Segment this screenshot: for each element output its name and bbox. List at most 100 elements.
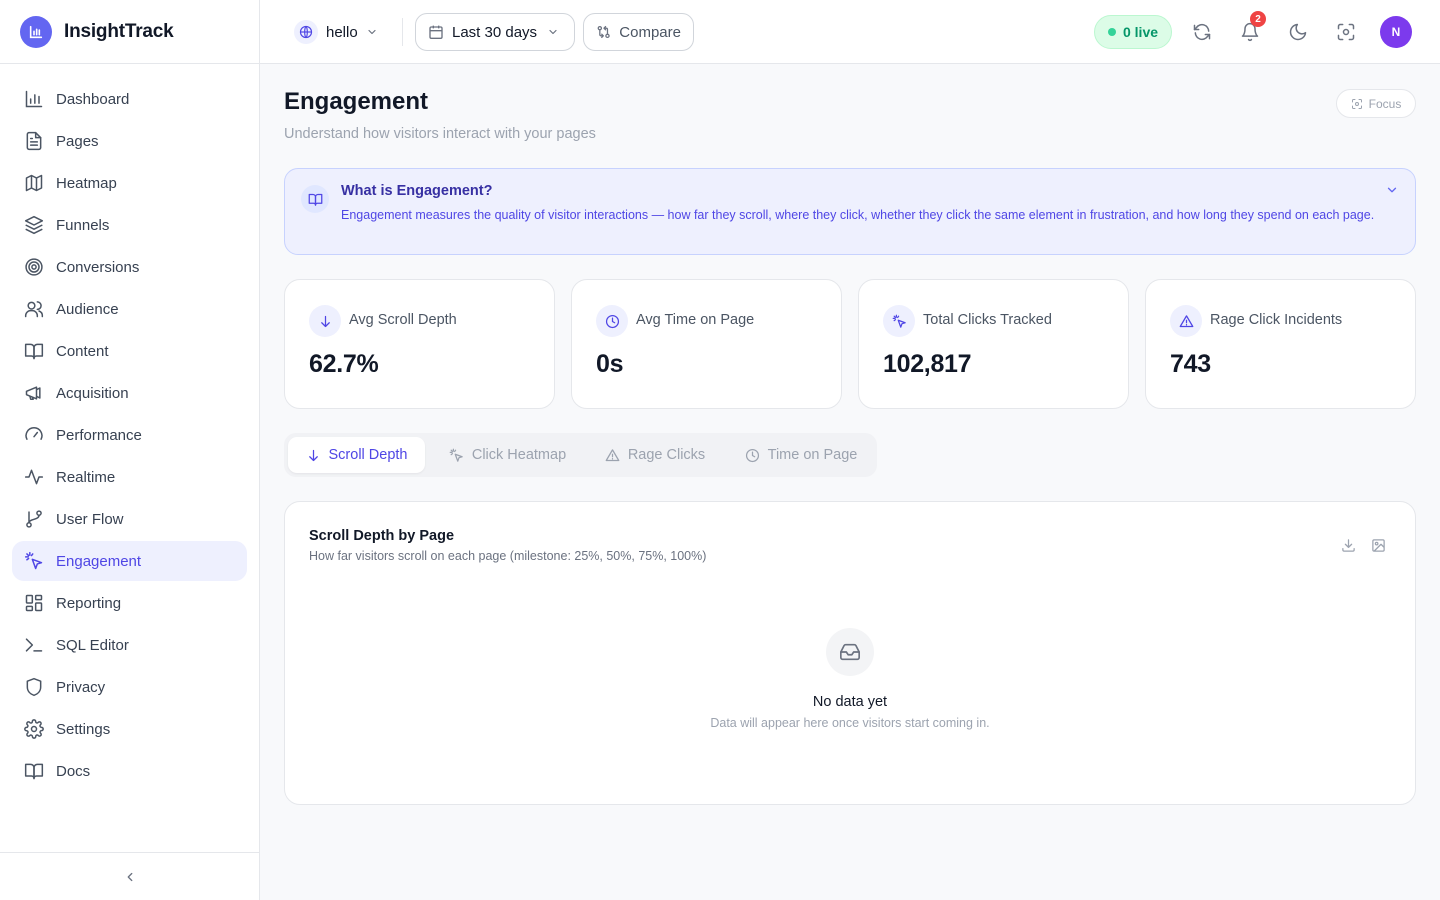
- activity-icon: [24, 469, 44, 485]
- sidebar-item-label: Funnels: [56, 216, 110, 234]
- arrow-down-icon: [309, 305, 341, 337]
- bar-chart-icon: [25, 90, 43, 108]
- tab-scroll-depth[interactable]: Scroll Depth: [288, 437, 425, 473]
- sidebar-item-reporting[interactable]: Reporting: [12, 583, 247, 623]
- brand-logo-icon: [20, 15, 52, 48]
- sidebar-item-conversions[interactable]: Conversions: [12, 247, 247, 287]
- git-branch-icon: [26, 510, 42, 528]
- sidebar-item-label: Reporting: [56, 594, 122, 612]
- notifications-button[interactable]: 2: [1238, 11, 1266, 44]
- stat-label: Rage Click Incidents: [1210, 312, 1343, 328]
- stat-card-scroll-depth: Avg Scroll Depth 62.7%: [284, 279, 555, 409]
- stat-card-total-clicks: Total Clicks Tracked 102,817: [858, 279, 1129, 409]
- notification-count-badge: 2: [1250, 11, 1266, 27]
- sidebar-item-label: Conversions: [56, 258, 140, 276]
- sidebar-collapse-button[interactable]: [0, 852, 259, 900]
- sidebar-item-content[interactable]: Content: [12, 331, 247, 371]
- layers-icon: [24, 215, 44, 235]
- clock-icon: [745, 448, 759, 462]
- shield-icon: [26, 677, 42, 697]
- terminal-icon: [25, 638, 43, 652]
- site-name: hello: [326, 23, 358, 41]
- empty-state-text: Data will appear here once visitors star…: [710, 716, 990, 730]
- sidebar-item-label: Realtime: [56, 468, 116, 486]
- map-icon: [25, 174, 43, 192]
- compare-arrows-icon: [597, 25, 610, 39]
- refresh-button[interactable]: [1190, 20, 1214, 44]
- sidebar-item-settings[interactable]: Settings: [12, 709, 247, 749]
- sidebar-item-label: Performance: [56, 426, 142, 444]
- sidebar-item-pages[interactable]: Pages: [12, 121, 247, 161]
- gauge-icon: [25, 426, 43, 440]
- layout-dashboard-icon: [25, 594, 43, 612]
- brand[interactable]: InsightTrack: [0, 0, 259, 64]
- pointer-click-icon: [449, 448, 463, 462]
- sidebar-item-label: Audience: [56, 300, 119, 318]
- live-dot-icon: [1107, 28, 1116, 36]
- page-title: Engagement: [284, 88, 429, 115]
- sidebar-item-label: Pages: [56, 132, 99, 150]
- info-banner: What is Engagement? Engagement measures …: [284, 168, 1416, 255]
- file-text-icon: [26, 131, 42, 151]
- sidebar-item-docs[interactable]: Docs: [12, 751, 247, 791]
- stat-value: 102,817: [883, 350, 972, 378]
- sidebar-item-label: Heatmap: [56, 174, 117, 192]
- theme-toggle-button[interactable]: [1286, 20, 1310, 44]
- site-selector[interactable]: hello: [294, 20, 378, 44]
- date-range-button[interactable]: Last 30 days: [415, 13, 575, 51]
- avatar[interactable]: N: [1380, 16, 1412, 48]
- sidebar-nav: Dashboard Pages Heatmap Funnels Conversi…: [0, 64, 259, 791]
- tab-label: Time on Page: [767, 447, 858, 463]
- scroll-depth-panel: Scroll Depth by Page How far visitors sc…: [284, 501, 1416, 805]
- sidebar-item-engagement[interactable]: Engagement: [12, 541, 247, 581]
- compare-label: Compare: [619, 23, 681, 41]
- topbar: hello Last 30 days Compare 0 live 2 N: [260, 0, 1440, 64]
- tab-click-heatmap[interactable]: Click Heatmap: [435, 437, 580, 473]
- info-title: What is Engagement?: [341, 183, 493, 199]
- book-open-icon: [301, 185, 329, 213]
- date-range-label: Last 30 days: [452, 23, 538, 41]
- sidebar-item-dashboard[interactable]: Dashboard: [12, 79, 247, 119]
- compare-button[interactable]: Compare: [583, 13, 694, 51]
- tab-rage-clicks[interactable]: Rage Clicks: [590, 437, 720, 473]
- refresh-icon: [1193, 23, 1211, 41]
- tab-time-on-page[interactable]: Time on Page: [730, 437, 872, 473]
- sidebar-item-performance[interactable]: Performance: [12, 415, 247, 455]
- stat-label: Avg Scroll Depth: [349, 312, 457, 328]
- tab-label: Click Heatmap: [471, 447, 567, 463]
- chevron-down-icon: [549, 29, 557, 35]
- sidebar-item-realtime[interactable]: Realtime: [12, 457, 247, 497]
- sidebar-item-acquisition[interactable]: Acquisition: [12, 373, 247, 413]
- info-toggle-button[interactable]: [1385, 183, 1399, 197]
- sidebar-item-privacy[interactable]: Privacy: [12, 667, 247, 707]
- sidebar-item-user-flow[interactable]: User Flow: [12, 499, 247, 539]
- focus-button[interactable]: Focus: [1336, 89, 1416, 118]
- sidebar-item-funnels[interactable]: Funnels: [12, 205, 247, 245]
- stat-card-time-on-page: Avg Time on Page 0s: [571, 279, 842, 409]
- engagement-tabs: Scroll Depth Click Heatmap Rage Clicks T…: [284, 433, 877, 477]
- sidebar-item-label: User Flow: [56, 510, 124, 528]
- target-icon: [25, 258, 43, 276]
- sidebar-item-label: Dashboard: [56, 90, 130, 108]
- alert-triangle-icon: [605, 448, 620, 461]
- focus-scan-icon: [1351, 98, 1362, 109]
- live-visitors-badge[interactable]: 0 live: [1094, 15, 1172, 49]
- inbox-icon: [826, 628, 874, 676]
- globe-icon: [294, 20, 318, 44]
- divider: [402, 18, 403, 46]
- sidebar-item-sql-editor[interactable]: SQL Editor: [12, 625, 247, 665]
- chevron-left-icon: [127, 872, 132, 881]
- export-image-button[interactable]: [1371, 538, 1387, 554]
- focus-mode-button[interactable]: [1334, 20, 1358, 44]
- stat-value: 0s: [596, 350, 624, 378]
- page-subtitle: Understand how visitors interact with yo…: [284, 126, 596, 142]
- tab-label: Rage Clicks: [627, 447, 706, 463]
- sidebar-item-audience[interactable]: Audience: [12, 289, 247, 329]
- chevron-down-icon: [368, 29, 376, 35]
- megaphone-icon: [25, 386, 41, 400]
- info-text: Engagement measures the quality of visit…: [341, 208, 1375, 222]
- panel-subtitle: How far visitors scroll on each page (mi…: [309, 549, 707, 563]
- moon-icon: [1289, 23, 1307, 41]
- download-button[interactable]: [1341, 538, 1357, 554]
- sidebar-item-heatmap[interactable]: Heatmap: [12, 163, 247, 203]
